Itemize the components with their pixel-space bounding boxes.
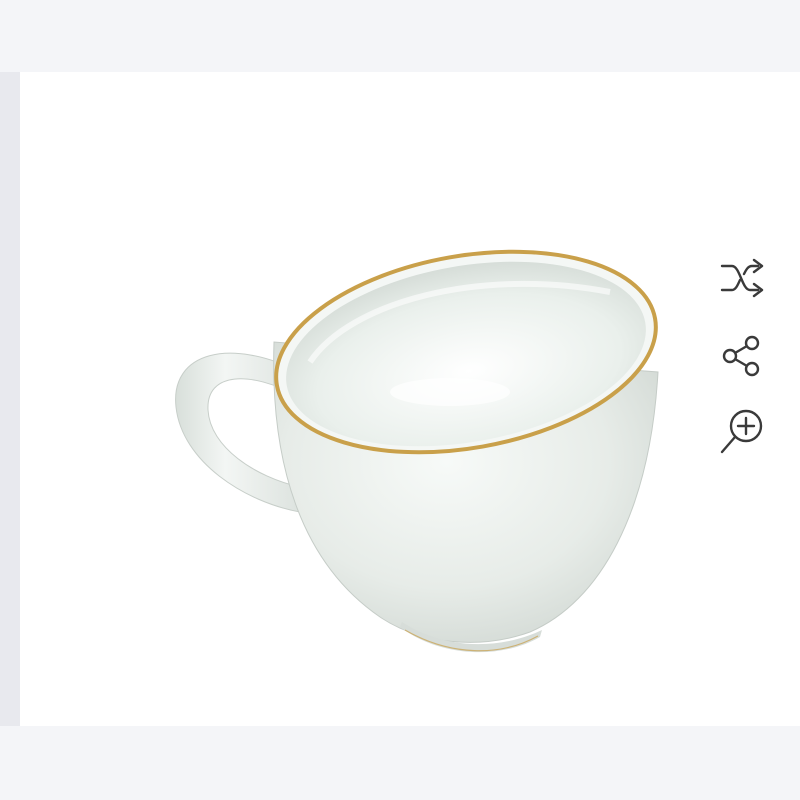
zoom-in-icon [720, 409, 763, 454]
zoom-button[interactable] [714, 404, 770, 460]
gallery-actions [714, 250, 774, 470]
gallery-edge [0, 72, 20, 726]
shuffle-arrows-icon [720, 258, 764, 298]
compare-button[interactable] [714, 250, 770, 306]
product-gallery [20, 72, 800, 726]
share-icon [722, 335, 760, 377]
share-button[interactable] [714, 328, 770, 384]
product-image[interactable] [150, 232, 670, 672]
page [0, 0, 800, 800]
